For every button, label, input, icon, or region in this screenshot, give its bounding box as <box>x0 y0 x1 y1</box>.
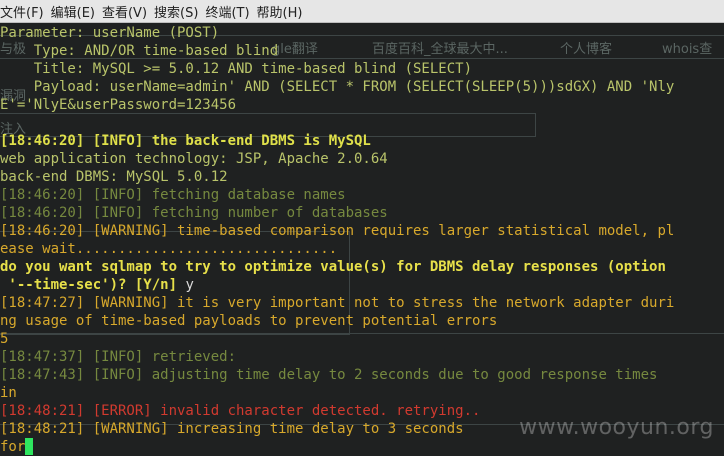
terminal-line-text: [18:46:20] [INFO] fetching number of dat… <box>0 205 388 221</box>
terminal-line-text: [18:46:20] [INFO] fetching database name… <box>0 187 346 203</box>
terminal-line-text: [18:48:21] [WARNING] increasing time del… <box>0 421 464 437</box>
terminal-line: [18:47:27] [WARNING] it is very importan… <box>0 294 674 312</box>
terminal-line: Type: AND/OR time-based blind <box>0 42 278 60</box>
terminal-line: web application technology: JSP, Apache … <box>0 150 388 168</box>
terminal-user-input: y <box>185 277 194 293</box>
terminal-line-text: Parameter: userName (POST) <box>0 25 220 41</box>
terminal-line: '--time-sec')? [Y/n] y <box>0 276 194 294</box>
terminal-line: for <box>0 438 25 456</box>
terminal-line-text: [18:47:27] [WARNING] it is very importan… <box>0 295 675 311</box>
terminal-line: [18:48:21] [WARNING] increasing time del… <box>0 420 464 438</box>
terminal-line-text: [18:48:21] [ERROR] invalid character det… <box>0 403 481 419</box>
terminal-line: [18:46:20] [WARNING] time-based comparis… <box>0 222 674 240</box>
menu-search[interactable]: 搜索(S) <box>154 2 206 21</box>
terminal-line: do you want sqlmap to try to optimize va… <box>0 258 666 276</box>
terminal-line-text: [18:47:37] [INFO] retrieved: <box>0 349 245 365</box>
terminal-line-text: ease wait............................... <box>0 241 338 257</box>
ghost-bookmark-baidu: 百度百科_全球最大中... <box>372 42 508 57</box>
terminal-line-text: do you want sqlmap to try to optimize va… <box>0 259 666 275</box>
menu-help[interactable]: 帮助(H) <box>257 2 311 21</box>
terminal-line-text: E'='NlyE&userPassword=123456 <box>0 97 237 113</box>
terminal-line-text: Type: AND/OR time-based blind <box>0 43 279 59</box>
terminal-line: back-end DBMS: MySQL 5.0.12 <box>0 168 228 186</box>
menu-file[interactable]: 文件(F) <box>0 2 52 21</box>
terminal-line: E'='NlyE&userPassword=123456 <box>0 96 236 114</box>
terminal-line: Parameter: userName (POST) <box>0 24 219 42</box>
terminal-line: [18:46:20] [INFO] fetching number of dat… <box>0 204 388 222</box>
terminal-line-text: '--time-sec')? [Y/n] <box>0 277 186 293</box>
menubar: 文件(F) 编辑(E) 查看(V) 搜索(S) 终端(T) 帮助(H) <box>0 0 724 23</box>
ghost-bookmark-translate: gle翻译 <box>272 42 318 57</box>
terminal-line: 5 <box>0 330 8 348</box>
terminal-line: [18:47:37] [INFO] retrieved: <box>0 348 244 366</box>
terminal-line-text: web application technology: JSP, Apache … <box>0 151 388 167</box>
ghost-bookmark-whois: whois查 <box>662 42 713 57</box>
terminal-line: ng usage of time-based payloads to preve… <box>0 312 497 330</box>
terminal-line-text: for <box>0 439 26 455</box>
terminal-line: [18:46:20] [INFO] fetching database name… <box>0 186 346 204</box>
terminal-line: in <box>0 384 17 402</box>
menu-edit[interactable]: 编辑(E) <box>51 2 103 21</box>
terminal-line: [18:46:20] [INFO] the back-end DBMS is M… <box>0 132 371 150</box>
terminal-window[interactable]: gle翻译 百度百科_全球最大中... 个人博客 whois查 与极 漏洞 注入… <box>0 23 724 456</box>
ghost-bookmark-blog: 个人博客 <box>560 42 613 57</box>
terminal-line: Title: MySQL >= 5.0.12 AND time-based bl… <box>0 60 472 78</box>
terminal-line: [18:47:43] [INFO] adjusting time delay t… <box>0 366 657 384</box>
terminal-line-text: [18:46:20] [WARNING] time-based comparis… <box>0 223 675 239</box>
terminal-cursor <box>25 438 34 455</box>
terminal-line: Payload: userName=admin' AND (SELECT * F… <box>0 78 675 96</box>
terminal-line: ease wait............................... <box>0 240 337 258</box>
watermark: www.wooyun.org <box>519 415 714 440</box>
terminal-line-text: ng usage of time-based payloads to preve… <box>0 313 498 329</box>
menu-terminal[interactable]: 终端(T) <box>205 2 257 21</box>
terminal-line-text: Title: MySQL >= 5.0.12 AND time-based bl… <box>0 61 473 77</box>
terminal-line-text: 5 <box>0 331 9 347</box>
terminal-line-text: in <box>0 385 17 401</box>
terminal-line: [18:48:21] [ERROR] invalid character det… <box>0 402 480 420</box>
menu-view[interactable]: 查看(V) <box>102 2 155 21</box>
terminal-line-text: back-end DBMS: MySQL 5.0.12 <box>0 169 228 185</box>
terminal-line-text: [18:47:43] [INFO] adjusting time delay t… <box>0 367 658 383</box>
terminal-line-text: [18:46:20] [INFO] the back-end DBMS is M… <box>0 133 371 149</box>
terminal-line-text: Payload: userName=admin' AND (SELECT * F… <box>0 79 675 95</box>
